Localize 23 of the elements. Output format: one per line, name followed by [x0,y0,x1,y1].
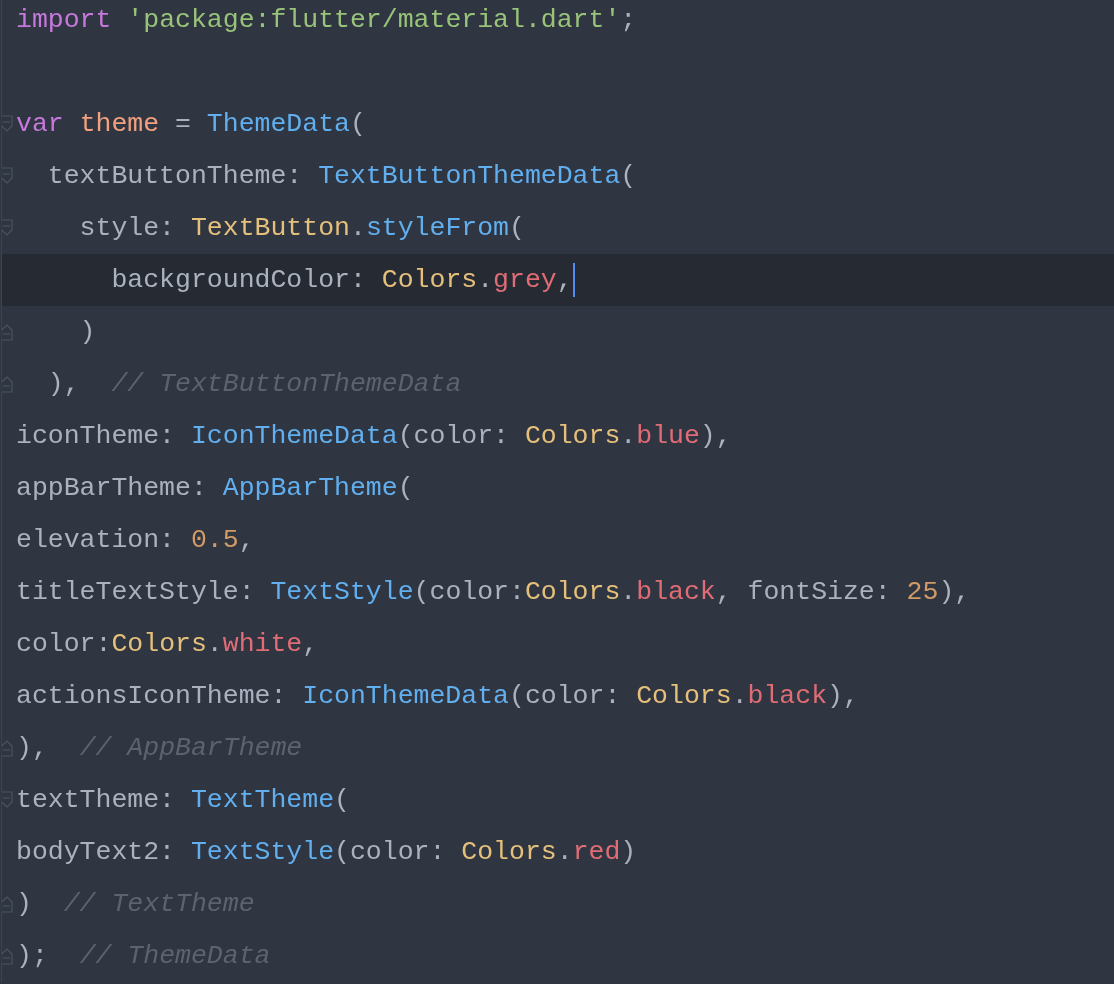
code-line: titleTextStyle: TextStyle(color:Colors.black, fontSize: 25), [15,576,971,609]
fold-icon[interactable] [1,167,13,185]
code-line: bodyText2: TextStyle(color: Colors.red) [15,836,637,869]
code-line: actionsIconTheme: IconThemeData(color: Colors.black), [15,680,859,713]
code-line: ) [78,316,96,349]
code-line: var theme = ThemeData( [15,108,366,141]
code-line: color:Colors.white, [15,628,319,661]
fold-icon[interactable] [1,375,13,393]
fold-icon[interactable] [1,791,13,809]
code-line: import 'package:flutter/material.dart'; [15,4,637,37]
code-line: appBarTheme: AppBarTheme( [15,472,414,505]
fold-icon[interactable] [1,219,13,237]
code-line: textTheme: TextTheme( [15,784,350,817]
fold-icon[interactable] [1,947,13,965]
fold-icon[interactable] [1,739,13,757]
code-line: backgroundColor: Colors.grey, [110,264,573,297]
fold-icon[interactable] [1,115,13,133]
code-line: elevation: 0.5, [15,524,255,557]
code-line: textButtonTheme: TextButtonThemeData( [46,160,637,193]
code-line: iconTheme: IconThemeData(color: Colors.blue), [15,420,732,453]
fold-icon[interactable] [1,323,13,341]
code-line: style: TextButton.styleFrom( [78,212,525,245]
fold-icon[interactable] [1,895,13,913]
